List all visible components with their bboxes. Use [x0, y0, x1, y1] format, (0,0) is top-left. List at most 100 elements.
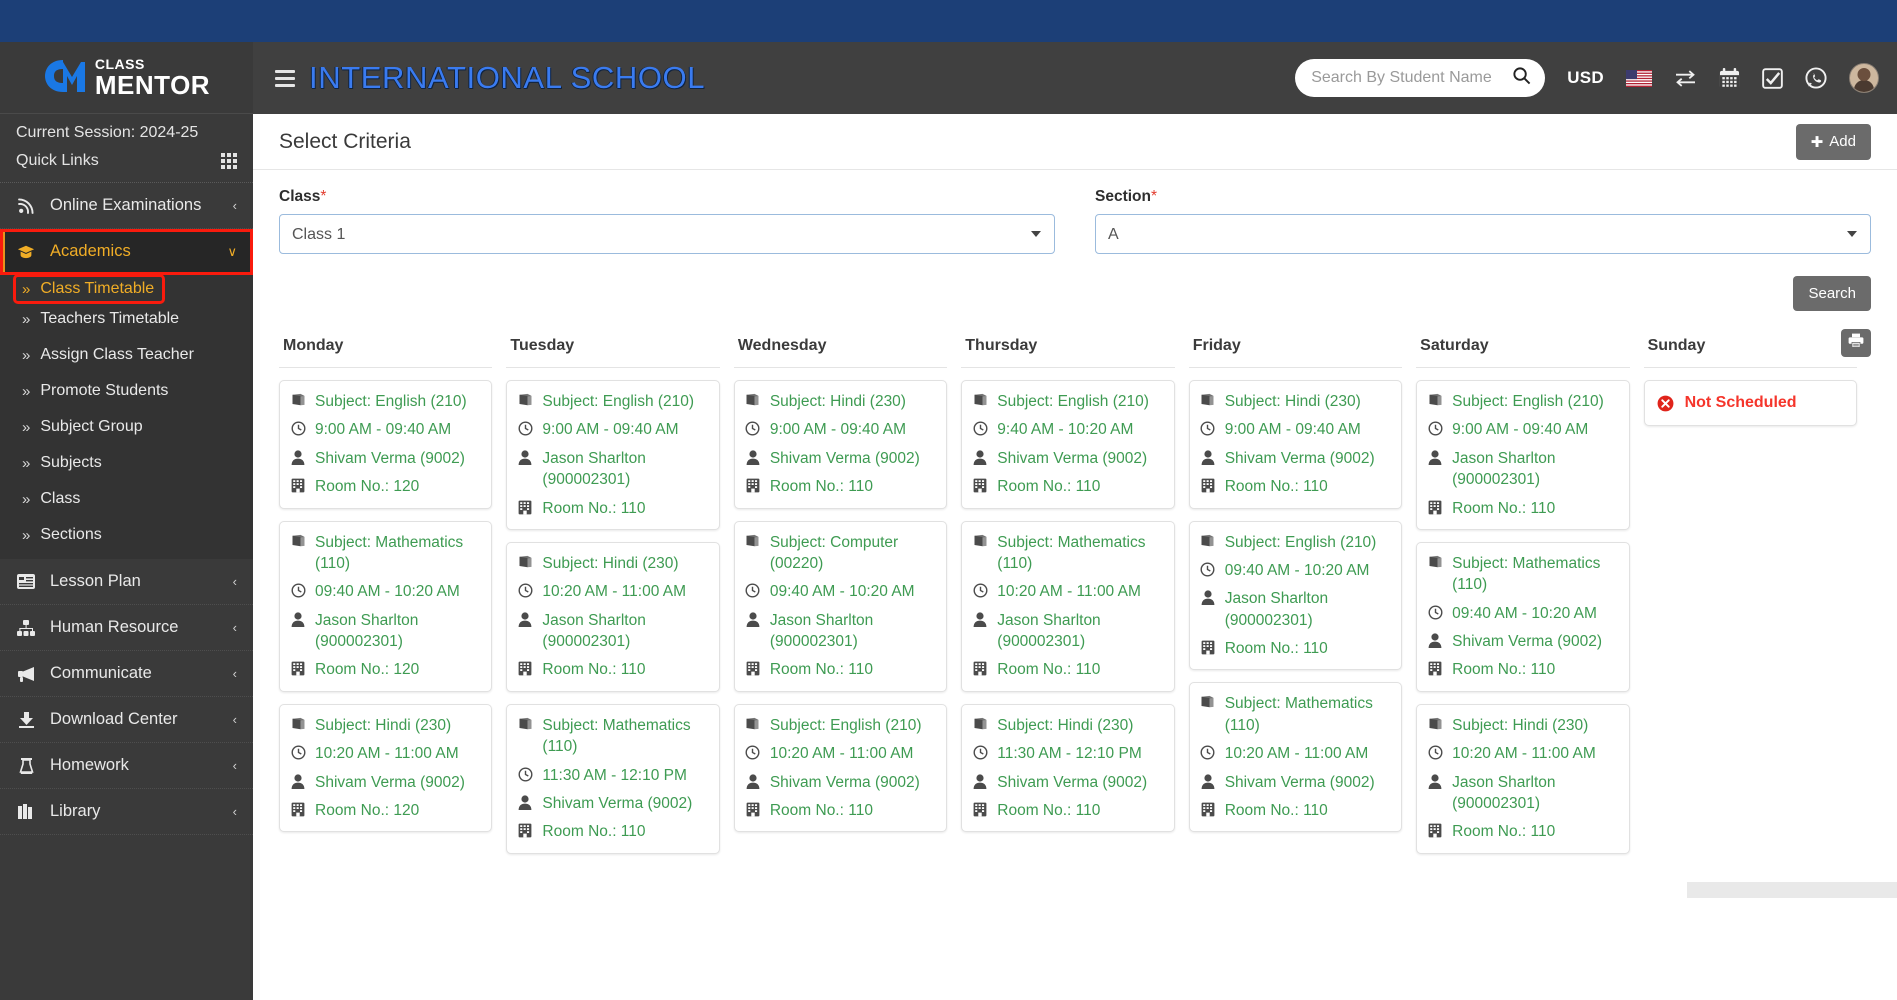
- entry-row: Room No.: 110: [972, 476, 1163, 497]
- timetable-entry-card[interactable]: Subject: Hindi (230) 9:00 AM - 09:40 AM Sh…: [733, 380, 948, 509]
- timetable-entry-card[interactable]: Subject: Mathematics (110) 10:20 AM - 11:…: [1188, 682, 1403, 833]
- timetable-entry-card[interactable]: Subject: Hindi (230) 10:20 AM - 11:00 AM J…: [506, 541, 720, 692]
- room-icon: [972, 659, 988, 676]
- sidebar-subitem-label: Class Timetable: [40, 280, 155, 297]
- entry-time: 10:20 AM - 11:00 AM: [997, 583, 1141, 601]
- subject-icon: [517, 553, 533, 569]
- print-button[interactable]: [1841, 329, 1871, 357]
- horizontal-scrollbar[interactable]: [1687, 882, 1897, 898]
- sidebar-subitem-subject-group[interactable]: » Subject Group: [0, 409, 253, 445]
- entry-teacher: Jason Sharlton (900002301): [1452, 773, 1556, 812]
- search-button[interactable]: Search: [1793, 276, 1871, 311]
- entry-row: 9:00 AM - 09:40 AM: [290, 419, 481, 440]
- timetable-entry-card[interactable]: Subject: Mathematics (110) 10:20 AM - 11:…: [961, 520, 1175, 692]
- sidebar-item-library[interactable]: Library ‹: [0, 789, 253, 835]
- timetable-entry-card[interactable]: Subject: English (210) 10:20 AM - 11:00 A…: [733, 703, 948, 833]
- entry-time: 11:30 AM - 12:10 PM: [542, 766, 687, 784]
- top-header: INTERNATIONAL SCHOOL USD: [253, 42, 1897, 114]
- sidebar-subitem-class-timetable[interactable]: » Class Timetable: [12, 274, 166, 304]
- lesson-plan-icon: [16, 574, 36, 589]
- sidebar-item-label: Human Resource: [50, 618, 179, 636]
- search-icon[interactable]: [1512, 66, 1531, 90]
- search-container[interactable]: [1295, 59, 1546, 97]
- entry-row: Room No.: 110: [745, 800, 936, 821]
- sitemap-icon: [16, 619, 36, 636]
- timetable-entry-card[interactable]: Subject: Hindi (230) 11:30 AM - 12:10 PM S…: [961, 703, 1175, 833]
- subject-icon: [972, 532, 988, 548]
- quick-links-row[interactable]: Quick Links: [0, 146, 253, 183]
- timetable-entry-card[interactable]: Subject: Mathematics (110) 11:30 AM - 12:…: [506, 703, 720, 854]
- current-session: Current Session: 2024-25: [16, 124, 199, 141]
- sidebar-item-communicate[interactable]: Communicate ‹: [0, 651, 253, 697]
- sidebar-subitem-class[interactable]: » Class: [0, 481, 253, 517]
- currency-label[interactable]: USD: [1567, 68, 1604, 88]
- entry-row: 10:20 AM - 11:00 AM: [1200, 743, 1391, 764]
- brand-logo[interactable]: CLASS MENTOR: [0, 42, 253, 114]
- entry-row: Subject: Hindi (230): [1427, 715, 1618, 736]
- sidebar-subitem-teachers-timetable[interactable]: » Teachers Timetable: [0, 301, 253, 337]
- entry-teacher: Shivam Verma (9002): [315, 449, 465, 467]
- entry-time: 9:00 AM - 09:40 AM: [1224, 421, 1361, 439]
- room-icon: [290, 476, 306, 493]
- sidebar-subitem-promote-students[interactable]: » Promote Students: [0, 373, 253, 409]
- section-select-wrap: A: [1095, 214, 1871, 254]
- entry-room: Room No.: 110: [997, 478, 1101, 496]
- whatsapp-icon[interactable]: [1805, 67, 1827, 89]
- clock-icon: [517, 581, 533, 598]
- flag-icon[interactable]: [1626, 69, 1652, 87]
- sidebar-item-online-examinations[interactable]: Online Examinations ‹: [0, 183, 253, 229]
- clock-icon: [1200, 743, 1216, 760]
- entry-row: Shivam Verma (9002): [1200, 448, 1391, 469]
- timetable-entry-card[interactable]: Subject: Hindi (230) 9:00 AM - 09:40 AM Sh…: [1188, 380, 1403, 509]
- entry-row: Room No.: 120: [290, 476, 481, 497]
- day-header: Saturday: [1416, 337, 1630, 368]
- entry-row: Shivam Verma (9002): [1200, 772, 1391, 793]
- timetable-entry-card[interactable]: Subject: Hindi (230) 10:20 AM - 11:00 AM J…: [1416, 703, 1630, 854]
- sidebar-item-human-resource[interactable]: Human Resource ‹: [0, 605, 253, 651]
- chevron-left-icon: ‹: [232, 198, 237, 213]
- timetable-entry-card[interactable]: Subject: English (210) 9:40 AM - 10:20 AM…: [961, 380, 1175, 509]
- entry-row: Jason Sharlton (900002301): [972, 610, 1163, 653]
- entry-room: Room No.: 110: [1224, 801, 1328, 819]
- teacher-icon: [1427, 448, 1443, 465]
- entry-row: 11:30 AM - 12:10 PM: [972, 743, 1163, 764]
- section-select[interactable]: A: [1095, 214, 1871, 254]
- chevron-left-icon: ‹: [232, 712, 237, 727]
- checkbox-icon[interactable]: [1762, 67, 1783, 89]
- avatar[interactable]: [1849, 63, 1879, 93]
- timetable-entry-card[interactable]: Subject: English (210) 09:40 AM - 10:20 A…: [1188, 520, 1403, 671]
- entry-subject: Subject: English (210): [997, 393, 1149, 410]
- clock-icon: [972, 419, 988, 436]
- exchange-icon[interactable]: [1674, 69, 1697, 88]
- hamburger-menu-icon[interactable]: [275, 69, 295, 87]
- sidebar-item-homework[interactable]: Homework ‹: [0, 743, 253, 789]
- sidebar-item-download-center[interactable]: Download Center ‹: [0, 697, 253, 743]
- subject-icon: [1427, 391, 1443, 407]
- timetable-entry-card[interactable]: Subject: Mathematics (110) 09:40 AM - 10:…: [279, 520, 493, 692]
- timetable-entry-card[interactable]: Subject: English (210) 9:00 AM - 09:40 AM…: [279, 380, 493, 509]
- class-select[interactable]: Class 1: [279, 214, 1055, 254]
- timetable-entry-card[interactable]: Subject: Hindi (230) 10:20 AM - 11:00 AM S…: [279, 703, 493, 833]
- sidebar-subitem-subjects[interactable]: » Subjects: [0, 445, 253, 481]
- entry-row: Shivam Verma (9002): [517, 793, 708, 814]
- add-button[interactable]: ✚ Add: [1795, 123, 1871, 160]
- search-input[interactable]: [1311, 69, 1507, 87]
- page-title: INTERNATIONAL SCHOOL: [309, 60, 706, 95]
- entry-subject: Subject: Hindi (230): [542, 554, 679, 572]
- entry-teacher: Jason Sharlton (900002301): [997, 611, 1101, 650]
- sidebar-item-lesson-plan[interactable]: Lesson Plan ‹: [0, 559, 253, 605]
- sidebar-item-academics[interactable]: Academics ∨: [0, 229, 253, 275]
- section-label: Section*: [1095, 188, 1871, 206]
- entry-row: 10:20 AM - 11:00 AM: [1427, 743, 1618, 764]
- subject-icon: [745, 391, 761, 407]
- timetable-entry-card[interactable]: Subject: English (210) 9:00 AM - 09:40 AM…: [506, 380, 720, 530]
- timetable-entry-card[interactable]: Subject: Computer (00220) 09:40 AM - 10:2…: [733, 520, 948, 692]
- sidebar-subitem-assign-class-teacher[interactable]: » Assign Class Teacher: [0, 337, 253, 373]
- day-header: Sunday: [1643, 337, 1857, 368]
- timetable-entry-card[interactable]: Subject: Mathematics (110) 09:40 AM - 10:…: [1416, 541, 1630, 692]
- timetable-entry-card[interactable]: Subject: English (210) 9:00 AM - 09:40 AM…: [1416, 380, 1630, 530]
- entry-row: Room No.: 110: [517, 498, 708, 519]
- calendar-icon[interactable]: [1719, 67, 1740, 89]
- entry-row: Subject: English (210): [1200, 532, 1391, 553]
- sidebar-subitem-sections[interactable]: » Sections: [0, 517, 253, 553]
